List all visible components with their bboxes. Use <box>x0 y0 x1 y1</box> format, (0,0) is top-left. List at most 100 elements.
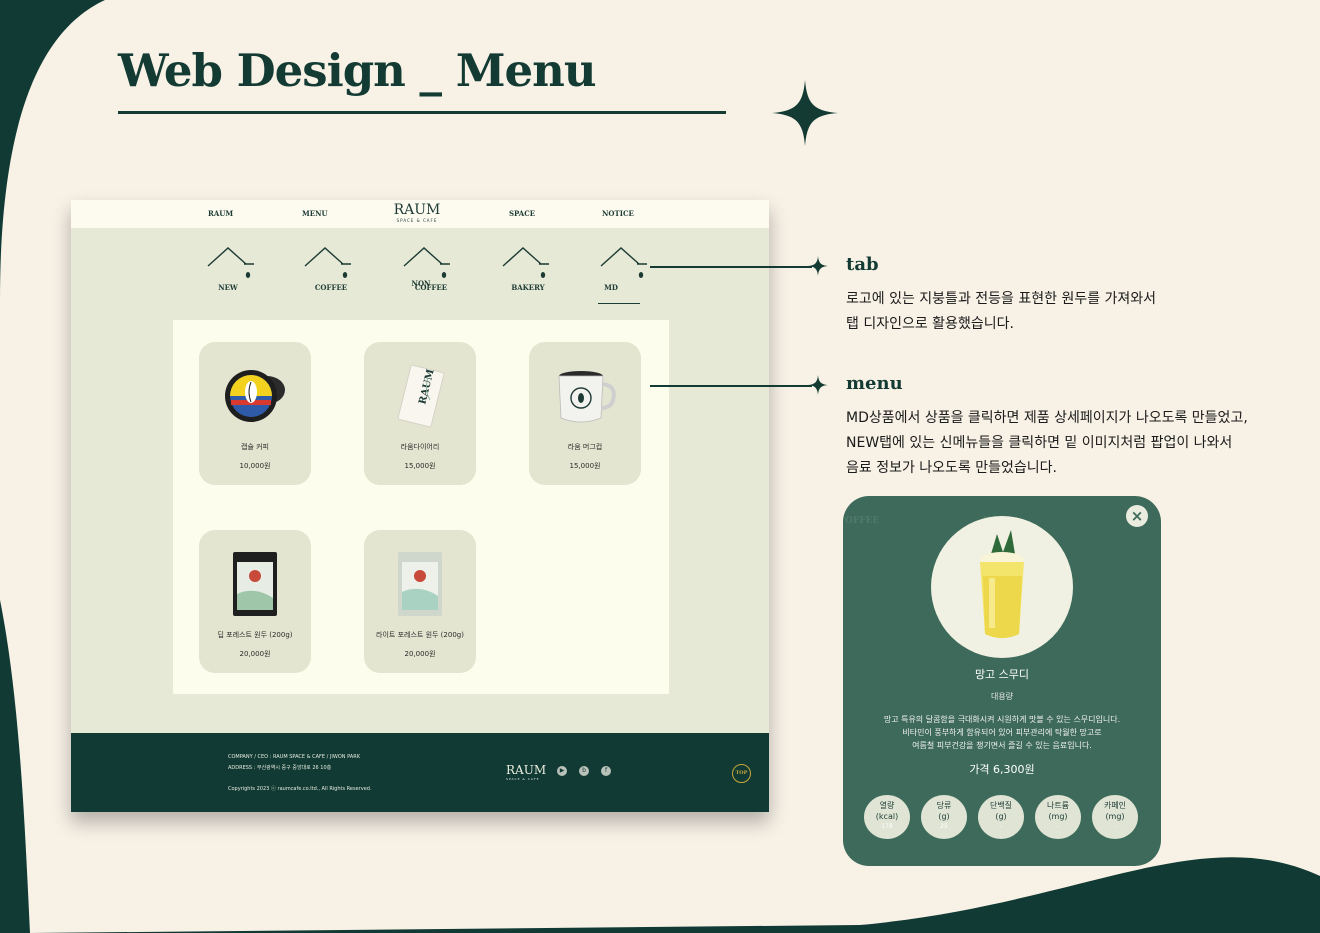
logo-word: RAUM <box>393 202 441 218</box>
nutrition-badge: 단백질 (g) - <box>978 795 1024 839</box>
product-name: 라움 머그컵 <box>567 443 603 451</box>
drink-description: 망고 특유의 달콤함을 극대화시켜 시원하게 맛볼 수 있는 스무디입니다. 비… <box>843 713 1161 752</box>
footer-logo-sub: SPACE & CAFE <box>506 777 540 781</box>
coffee-bean-bag-image <box>398 552 442 616</box>
nutrition-unit: (g) <box>938 812 950 821</box>
nutrition-unit: (g) <box>995 812 1007 821</box>
drink-image-circle <box>931 516 1073 658</box>
nutrition-label: 열량 <box>879 801 895 810</box>
nutrition-value: 25 <box>940 823 948 830</box>
product-card[interactable]: RAUM 라움다이어리 15,000원 <box>364 342 476 485</box>
product-price: 10,000원 <box>239 462 271 470</box>
nutrition-badge: 열량 (kcal) 178 <box>864 795 910 839</box>
nutrition-badge: 카페인 (mg) - <box>1092 795 1138 839</box>
tab-md[interactable]: MD <box>589 244 649 304</box>
close-button[interactable]: × <box>1126 505 1148 527</box>
product-price: 15,000원 <box>404 462 436 470</box>
drink-name: 망고 스무디 <box>974 668 1030 681</box>
mango-smoothie-image <box>980 530 1024 638</box>
mockup-logo[interactable]: RAUM SPACE & CAFE <box>393 202 441 223</box>
sparkle-icon <box>772 80 838 146</box>
description-line: 여름철 피부건강을 챙기면서 즐길 수 있는 음료입니다. <box>912 741 1092 750</box>
nutrition-label: 나트륨 <box>1046 801 1070 810</box>
tab-label-line2: COFFEE <box>414 283 448 292</box>
footer-copyright: Copyrights 2023 ⓒ raumcafe.co.ltd., All … <box>228 786 372 792</box>
roof-icon <box>600 247 647 278</box>
roof-icon <box>403 247 450 278</box>
nutrition-unit: (mg) <box>1048 812 1068 821</box>
product-card[interactable]: 딥 포레스트 원두 (200g) 20,000원 <box>199 530 311 673</box>
roof-icon <box>207 247 254 278</box>
tab-annotation-text2: 탭 디자인으로 활용했습니다. <box>846 316 1014 332</box>
sparkle-icon <box>808 256 828 276</box>
tab-non-coffee[interactable]: NON COFFEE <box>392 244 452 294</box>
footer-address: ADDRESS : 부산광역시 중구 중앙대로 26 10층 <box>228 765 332 771</box>
product-name: 딥 포레스트 원두 (200g) <box>217 631 293 639</box>
active-tab-underline <box>598 303 640 304</box>
product-price: 20,000원 <box>239 650 271 658</box>
mug-image <box>558 371 616 423</box>
menu-annotation-text1: MD상품에서 상품을 클릭하면 제품 상세페이지가 나오도록 만들었고, <box>846 410 1248 426</box>
drink-price: 가격 6,300원 <box>969 763 1035 776</box>
tab-bakery[interactable]: BAKERY <box>491 244 551 294</box>
coffee-bean-bag-image <box>233 552 277 616</box>
description-line: 비타민이 풍부하게 함유되어 있어 피부관리에 탁월한 망고로 <box>902 728 1102 737</box>
description-line: 망고 특유의 달콤함을 극대화시켜 시원하게 맛볼 수 있는 스무디입니다. <box>883 715 1121 724</box>
drink-detail-popup: OFFEE NON × 망고 스무디 대용량 망고 특유의 달콤함을 극대화시켜… <box>843 496 1161 866</box>
product-card[interactable]: 캡슐 커피 10,000원 <box>199 342 311 485</box>
title-underline <box>118 111 726 114</box>
nutrition-unit: (kcal) <box>875 812 899 821</box>
ghost-tab-label: OFFEE <box>845 516 880 526</box>
nutrition-value: 178 <box>881 823 893 830</box>
footer-logo[interactable]: RAUM SPACE & CAFE <box>506 763 546 781</box>
tab-label: MD <box>604 283 618 292</box>
product-card[interactable]: 라이트 포레스트 원두 (200g) 20,000원 <box>364 530 476 673</box>
menu-annotation-text2: NEW탭에 있는 신메뉴들을 클릭하면 밑 이미지처럼 팝업이 나와서 <box>846 435 1233 451</box>
youtube-icon[interactable]: ▶ <box>557 766 567 776</box>
nutrition-value: - <box>1056 823 1060 830</box>
tab-new[interactable]: NEW <box>196 244 256 294</box>
nutrition-badge: 당류 (g) 25 <box>921 795 967 839</box>
tab-annotation-title: tab <box>846 254 879 275</box>
tab-coffee[interactable]: COFFEE <box>293 244 353 294</box>
product-panel: 캡슐 커피 10,000원 RAUM 라움다이어리 15,000원 라움 머그컵… <box>173 320 669 694</box>
footer-company: COMPANY / CEO : RAUM SPACE & CAFE / JIWO… <box>228 754 360 760</box>
sparkle-icon <box>808 375 828 395</box>
blog-icon[interactable]: b <box>579 766 589 776</box>
menu-annotation-title: menu <box>846 373 903 394</box>
website-mockup: RAUM MENU RAUM SPACE & CAFE SPACE NOTICE… <box>71 200 769 812</box>
nav-space[interactable]: SPACE <box>509 209 535 218</box>
mockup-nav: RAUM MENU RAUM SPACE & CAFE SPACE NOTICE <box>71 200 769 228</box>
product-price: 15,000원 <box>569 462 601 470</box>
product-price: 20,000원 <box>404 650 436 658</box>
nav-raum[interactable]: RAUM <box>208 209 233 218</box>
facebook-icon[interactable]: f <box>601 766 611 776</box>
roof-icon <box>304 247 351 278</box>
tab-label: COFFEE <box>314 283 348 292</box>
logo-sub: SPACE & CAFE <box>396 218 438 223</box>
nav-notice[interactable]: NOTICE <box>602 209 634 218</box>
menu-annotation-text3: 음료 정보가 나오도록 만들었습니다. <box>846 460 1057 476</box>
nutrition-value: - <box>999 823 1003 830</box>
product-card[interactable]: 라움 머그컵 15,000원 <box>529 342 641 485</box>
product-name: 라움다이어리 <box>400 443 440 451</box>
tab-pointer-line <box>650 266 812 268</box>
footer-logo-word: RAUM <box>506 763 547 777</box>
nutrition-label: 카페인 <box>1103 801 1127 810</box>
mockup-body: NEW COFFEE NON COFFEE BAKERY MD 캡슐 커피 10… <box>71 228 769 733</box>
drink-size: 대용량 <box>990 692 1014 701</box>
nutrition-value: - <box>1113 823 1117 830</box>
tab-annotation-text1: 로고에 있는 지붕틀과 전등을 표현한 원두를 가져와서 <box>846 291 1157 307</box>
page-title: Web Design _ Menu <box>118 44 597 97</box>
product-name: 캡슐 커피 <box>241 443 269 451</box>
menu-pointer-line <box>650 385 812 387</box>
mockup-footer: COMPANY / CEO : RAUM SPACE & CAFE / JIWO… <box>71 733 769 812</box>
product-name: 라이트 포레스트 원두 (200g) <box>376 631 464 639</box>
nutrition-badge: 나트륨 (mg) - <box>1035 795 1081 839</box>
top-button[interactable]: TOP <box>732 764 751 783</box>
nav-menu[interactable]: MENU <box>302 209 328 218</box>
nutrition-label: 당류 <box>936 801 952 810</box>
nutrition-label: 단백질 <box>989 801 1013 810</box>
capsule-coffee-image <box>225 370 285 422</box>
diary-image: RAUM <box>397 364 445 428</box>
